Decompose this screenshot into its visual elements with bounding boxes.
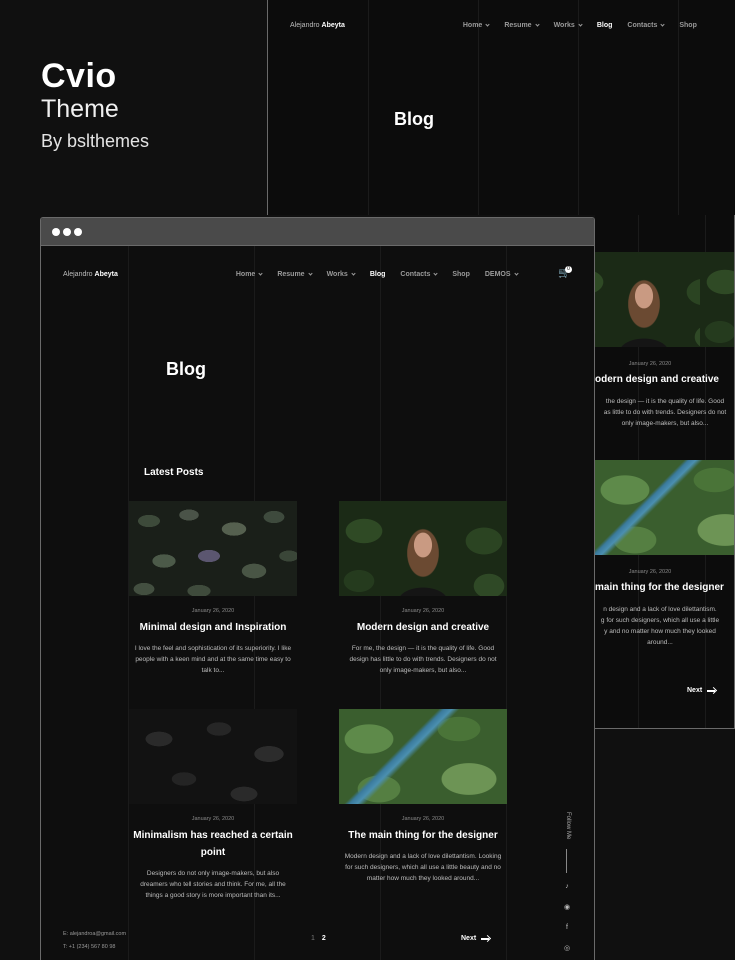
window-dot[interactable] [74,227,82,236]
back-post-image-woman[interactable] [595,252,734,347]
post-card[interactable]: January 26, 2020 Minimalism has reached … [129,709,297,901]
cart-count-badge: 0 [565,266,572,273]
back-nav-contacts[interactable]: Contacts [627,22,665,29]
instagram-icon[interactable]: ◎ [562,944,572,952]
post-image[interactable] [129,709,297,804]
pagination: 1 2 [311,935,326,942]
chevron-down-icon [660,22,665,27]
site-nav: Alejandro Abeyta Home Resume Works Blog … [63,271,583,278]
post-card[interactable]: January 26, 2020 The main thing for the … [339,709,507,884]
facebook-icon[interactable]: f [562,924,572,931]
post-excerpt: Modern design and a lack of love diletta… [344,853,502,882]
page-body: Alejandro Abeyta Home Resume Works Blog … [41,246,594,960]
follow-divider [566,849,567,873]
nav-resume[interactable]: Resume [277,271,313,278]
window-dot[interactable] [63,227,71,236]
promo-heading: Cvio Theme By bslthemes [41,56,149,152]
chevron-down-icon [351,271,356,276]
chevron-down-icon [307,271,313,276]
nav-home[interactable]: Home [236,271,263,278]
nav-blog[interactable]: Blog [370,271,386,278]
post-date: January 26, 2020 [191,816,235,822]
chevron-down-icon [485,22,490,27]
nav-works[interactable]: Works [327,271,356,278]
chevron-down-icon [433,271,438,276]
back-nav-resume[interactable]: Resume [504,22,540,29]
back-post-date: January 26, 2020 [628,569,672,575]
page-2[interactable]: 2 [322,935,326,942]
window-dot[interactable] [52,227,60,236]
window-titlebar [41,218,594,246]
post-excerpt: For me, the design — it is the quality o… [349,645,497,674]
site-logo[interactable]: Alejandro Abeyta [63,271,118,278]
post-date: January 26, 2020 [401,816,445,822]
back-post-title[interactable]: odern design and creative [595,374,727,385]
back-preview-cards: January 26, 2020 odern design and creati… [595,215,735,729]
post-title[interactable]: Modern design and creative [339,619,507,636]
back-post-image-aerial[interactable] [595,460,734,555]
nav-shop[interactable]: Shop [452,271,470,278]
back-nav-works[interactable]: Works [554,22,583,29]
chevron-down-icon [513,271,519,276]
chevron-down-icon [258,271,263,276]
post-image[interactable] [339,501,507,596]
back-post-excerpt: the design — it is the quality of life. … [603,398,727,427]
author-label: By bslthemes [41,131,150,151]
footer-phone[interactable]: T: +1 (234) 567 80 98 [63,944,115,950]
follow-me-label: Follow Me [565,812,571,840]
back-page-title: Blog [394,109,434,129]
back-nav-blog[interactable]: Blog [597,22,613,29]
browser-window: Alejandro Abeyta Home Resume Works Blog … [40,217,595,960]
chevron-down-icon [578,22,583,27]
back-nav-shop[interactable]: Shop [679,22,697,29]
page-title: Blog [166,359,206,379]
page-1[interactable]: 1 [311,935,315,942]
post-image[interactable] [129,501,297,596]
nav-contacts[interactable]: Contacts [400,271,438,278]
post-title[interactable]: The main thing for the designer [339,827,507,844]
back-nav: Alejandro Abeyta Home Resume Works Blog … [290,22,735,29]
back-post-excerpt: n design and a lack of love dilettantism… [600,606,720,646]
arrow-right-icon [707,689,716,692]
back-next-button[interactable]: Next [687,687,716,694]
theme-label: Theme [41,95,119,123]
github-icon[interactable]: ◉ [562,903,572,911]
back-preview: Alejandro Abeyta Home Resume Works Blog … [267,0,735,215]
brand-name: Cvio [41,57,117,95]
back-post-date: January 26, 2020 [628,361,672,367]
post-title[interactable]: Minimalism has reached a certain point [129,827,297,861]
footer-email[interactable]: E: alejandroa@gmail.com [63,931,126,937]
tiktok-icon[interactable]: ♪ [562,883,572,890]
post-title[interactable]: Minimal design and Inspiration [129,619,297,636]
section-title: Latest Posts [144,467,204,478]
back-logo[interactable]: Alejandro Abeyta [290,22,345,29]
nav-demos[interactable]: DEMOS [485,271,519,278]
post-date: January 26, 2020 [191,608,235,614]
post-card[interactable]: January 26, 2020 Modern design and creat… [339,501,507,676]
chevron-down-icon [534,22,540,27]
back-post-title[interactable]: main thing for the designer [595,582,734,593]
arrow-right-icon [481,937,490,940]
post-excerpt: Designers do not only image-makers, but … [140,870,286,899]
next-button[interactable]: Next [461,935,490,942]
post-date: January 26, 2020 [401,608,445,614]
post-image[interactable] [339,709,507,804]
back-nav-home[interactable]: Home [463,22,490,29]
post-card[interactable]: January 26, 2020 Minimal design and Insp… [129,501,297,676]
post-excerpt: I love the feel and sophistication of it… [134,645,292,674]
